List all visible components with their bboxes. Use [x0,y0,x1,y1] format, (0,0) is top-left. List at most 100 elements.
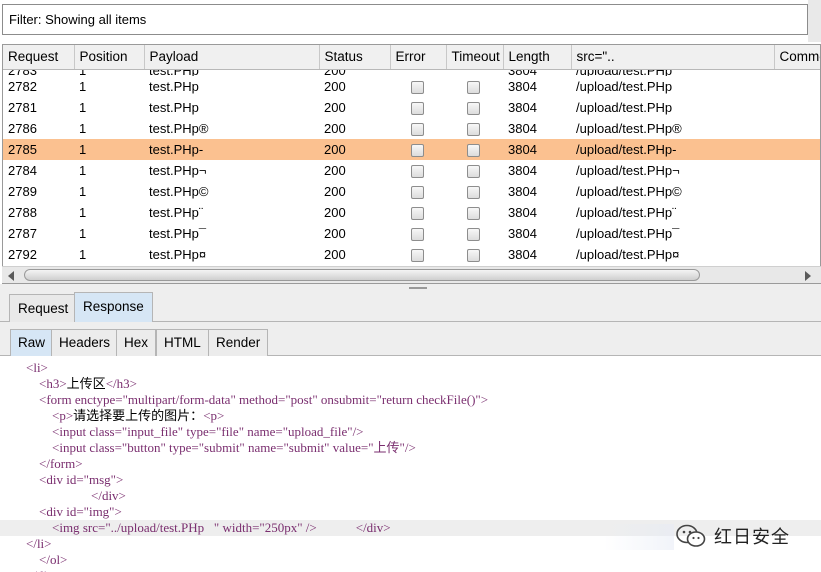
error-checkbox[interactable] [411,207,424,220]
error-checkbox[interactable] [411,81,424,94]
timeout-cell [446,181,503,202]
timeout-checkbox[interactable] [467,186,480,199]
scroll-right-icon[interactable] [805,271,811,281]
error-cell [390,223,446,244]
code-token: <p> [203,408,224,423]
error-checkbox[interactable] [411,249,424,262]
table-row[interactable]: 2781 1 test.PHp 200 3804/upload/test.PHp [3,97,821,118]
filter-bar[interactable]: Filter: Showing all items [2,4,808,35]
code-token: class= [89,424,122,439]
timeout-checkbox[interactable] [467,165,480,178]
table-row[interactable]: 2785 1 test.PHp- 200 3804/upload/test.PHp- [3,139,821,160]
timeout-checkbox[interactable] [467,81,480,94]
cell-status: 200 [319,139,390,160]
cell-payload: test.PHp [144,76,319,97]
cell-request: 2787 [3,223,74,244]
code-token: "post" [285,392,317,407]
timeout-checkbox[interactable] [467,144,480,157]
code-token: <img [0,520,83,535]
pane-splitter[interactable] [0,284,821,292]
cell-src: /upload/test.PHp¬ [571,160,774,181]
cell-position: 1 [74,181,144,202]
col-header-position[interactable]: Position [74,45,144,69]
scroll-left-icon[interactable] [8,271,14,281]
code-token: > [115,504,122,519]
code-token: </h3> [106,376,137,391]
timeout-cell [446,69,503,76]
col-header-comment[interactable]: Comme [774,45,821,69]
code-token: <input [0,424,89,439]
tab-headers[interactable]: Headers [51,329,118,356]
cell-payload: test.PHp¤ [144,244,319,265]
code-token: </div> [0,488,126,503]
col-header-timeout[interactable]: Timeout [446,45,503,69]
cell-request: 2789 [3,181,74,202]
table-row[interactable]: 2788 1 test.PHp¨ 200 3804/upload/test.PHp¨ [3,202,821,223]
cell-status: 200 [319,118,390,139]
timeout-checkbox[interactable] [467,123,480,136]
col-header-length[interactable]: Length [503,45,571,69]
tab-raw[interactable]: Raw [10,329,53,356]
horizontal-scrollbar[interactable] [2,266,821,283]
error-checkbox[interactable] [411,123,424,136]
code-token: 请选择要上传的图片： [73,408,203,423]
cell-request: 2785 [3,139,74,160]
cell-position-text: 1 [79,69,144,74]
tab-render[interactable]: Render [208,329,268,356]
cell-position: 1 [74,223,144,244]
col-header-request[interactable]: Request [3,45,74,69]
cell-status: 200 [319,97,390,118]
table-row[interactable]: 2786 1 test.PHp® 200 3804/upload/test.PHp® [3,118,821,139]
code-token: "../upload/test.PHp " [105,520,219,535]
code-token: "upload_file" [283,424,353,439]
tab-request[interactable]: Request [9,294,77,322]
code-token: "file" [216,424,244,439]
timeout-checkbox[interactable] [467,102,480,115]
tab-response[interactable]: Response [74,292,153,322]
table-row[interactable]: 2784 1 test.PHp¬ 200 3804/upload/test.PHp¬ [3,160,821,181]
code-token: name= [245,440,284,455]
col-header-status[interactable]: Status [319,45,390,69]
code-token: width= [219,520,259,535]
code-token: "input_file" [122,424,183,439]
code-token: <div [0,504,66,519]
col-header-payload[interactable]: Payload [144,45,319,69]
col-header-error[interactable]: Error [390,45,446,69]
code-token: "multipart/form-data" [123,392,236,407]
cell-payload: test.PHp [144,97,319,118]
col-header-src[interactable]: src=".. [571,45,774,69]
message-tabs: Request Response [0,292,821,322]
timeout-checkbox[interactable] [467,207,480,220]
timeout-checkbox[interactable] [467,228,480,241]
cell-length: 3804 [503,244,571,265]
code-token: type= [183,424,216,439]
splitter-grip-icon[interactable] [409,287,427,289]
error-checkbox[interactable] [411,144,424,157]
error-checkbox[interactable] [411,228,424,241]
table-row[interactable]: 2789 1 test.PHp© 200 3804/upload/test.PHp© [3,181,821,202]
cell-request: 2781 [3,97,74,118]
code-token: value= [330,440,369,455]
scrollbar-thumb[interactable] [24,269,700,281]
table-row[interactable]: 2783 1 test.PHp 200 3804/upload/test.PHp [3,69,821,76]
watermark-graphic [604,524,674,550]
cell-position: 1 [74,69,144,76]
timeout-cell [446,76,503,97]
table-row[interactable]: 2782 1 test.PHp 200 3804/upload/test.PHp [3,76,821,97]
error-checkbox[interactable] [411,165,424,178]
cell-src: /upload/test.PHp¤ [571,244,774,265]
error-checkbox[interactable] [411,186,424,199]
cell-length: 3804 [503,76,571,97]
code-token: "submit" [199,440,245,455]
code-token: </ol> [0,552,67,567]
table-row[interactable]: 2792 1 test.PHp¤ 200 3804/upload/test.PHp¤ [3,244,821,265]
code-line: <h3>上传区</h3> [0,376,821,392]
error-checkbox[interactable] [411,102,424,115]
tab-html[interactable]: HTML [156,329,209,356]
tab-hex[interactable]: Hex [116,329,156,356]
cell-comment [774,160,821,181]
cell-payload: test.PHp© [144,181,319,202]
table-row[interactable]: 2787 1 test.PHp¯ 200 3804/upload/test.PHp¯ [3,223,821,244]
timeout-checkbox[interactable] [467,249,480,262]
cell-request: 2788 [3,202,74,223]
